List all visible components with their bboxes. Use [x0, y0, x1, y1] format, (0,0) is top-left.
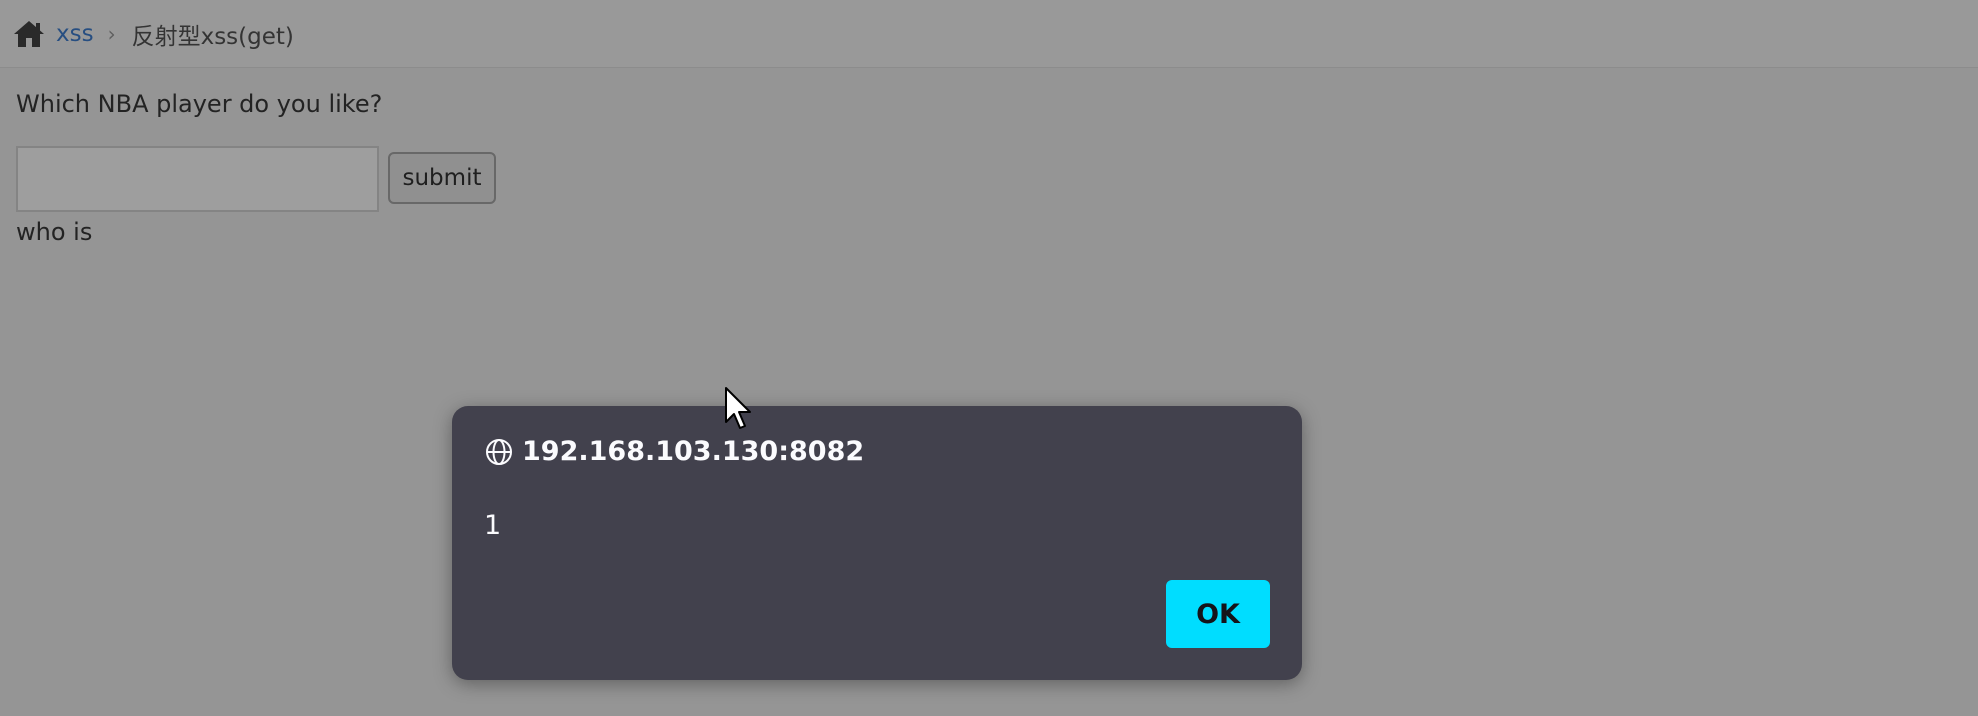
globe-icon — [484, 437, 514, 467]
alert-dialog: 192.168.103.130:8082 1 OK — [452, 406, 1302, 680]
dialog-title: 192.168.103.130:8082 — [522, 436, 865, 467]
mouse-cursor-icon — [725, 387, 751, 429]
page: xss › 反射型xss(get) Which NBA player do yo… — [0, 0, 1978, 716]
dialog-header: 192.168.103.130:8082 — [484, 436, 864, 467]
ok-button[interactable]: OK — [1166, 580, 1270, 648]
dialog-message: 1 — [484, 510, 502, 541]
